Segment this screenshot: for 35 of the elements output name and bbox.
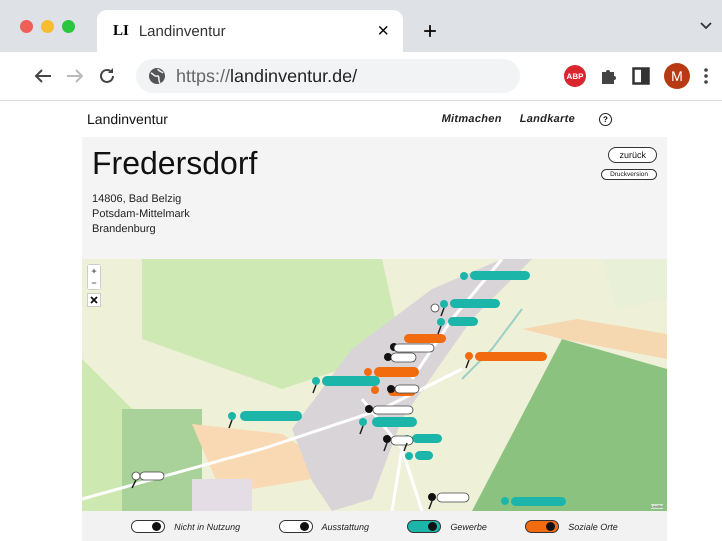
- back-button[interactable]: zurück: [608, 147, 657, 163]
- toggle-switch[interactable]: [525, 520, 560, 533]
- toggle-switch[interactable]: [407, 520, 442, 533]
- nav-link[interactable]: Landkarte: [520, 113, 575, 125]
- chevron-down-icon[interactable]: [700, 22, 712, 30]
- help-icon[interactable]: ?: [599, 112, 612, 126]
- globe-icon: [148, 67, 166, 85]
- url-text: https://landinventur.de/: [176, 66, 358, 86]
- address-bar[interactable]: https://landinventur.de/: [136, 59, 520, 93]
- legend-label: Gewerbe: [450, 522, 487, 532]
- legend-label: Soziale Orte: [568, 522, 618, 532]
- close-window-icon[interactable]: [20, 20, 33, 32]
- toggle-switch[interactable]: [131, 520, 166, 533]
- more-options-icon[interactable]: [704, 68, 708, 84]
- close-tab-button[interactable]: ×: [377, 20, 389, 42]
- puzzle-piece-icon[interactable]: [600, 67, 618, 85]
- back-button[interactable]: [34, 68, 52, 84]
- fullscreen-close-icon[interactable]: [88, 294, 100, 306]
- new-tab-button[interactable]: +: [419, 18, 442, 46]
- tab-title: Landinventur: [138, 22, 227, 40]
- address-line: 14806, Bad Belzig: [92, 192, 182, 207]
- legend-label: Ausstattung: [322, 522, 370, 532]
- side-panel-icon[interactable]: [632, 67, 650, 85]
- legend-label: Nicht in Nutzung: [174, 522, 240, 532]
- tab-favicon: LI: [113, 22, 129, 40]
- profile-avatar[interactable]: M: [664, 63, 690, 89]
- reload-button[interactable]: [98, 67, 116, 85]
- toggle-switch[interactable]: [278, 520, 313, 533]
- address-line: Brandenburg: [92, 222, 157, 237]
- place-title: Fredersdorf: [92, 145, 258, 182]
- adblock-extension-icon[interactable]: ABP: [564, 65, 586, 87]
- nav-link[interactable]: Mitmachen: [442, 113, 502, 125]
- browser-tab[interactable]: LI Landinventur ×: [97, 10, 403, 52]
- site-logo[interactable]: Landinventur: [87, 111, 168, 127]
- address-line: Potsdam-Mittelmark: [92, 207, 191, 222]
